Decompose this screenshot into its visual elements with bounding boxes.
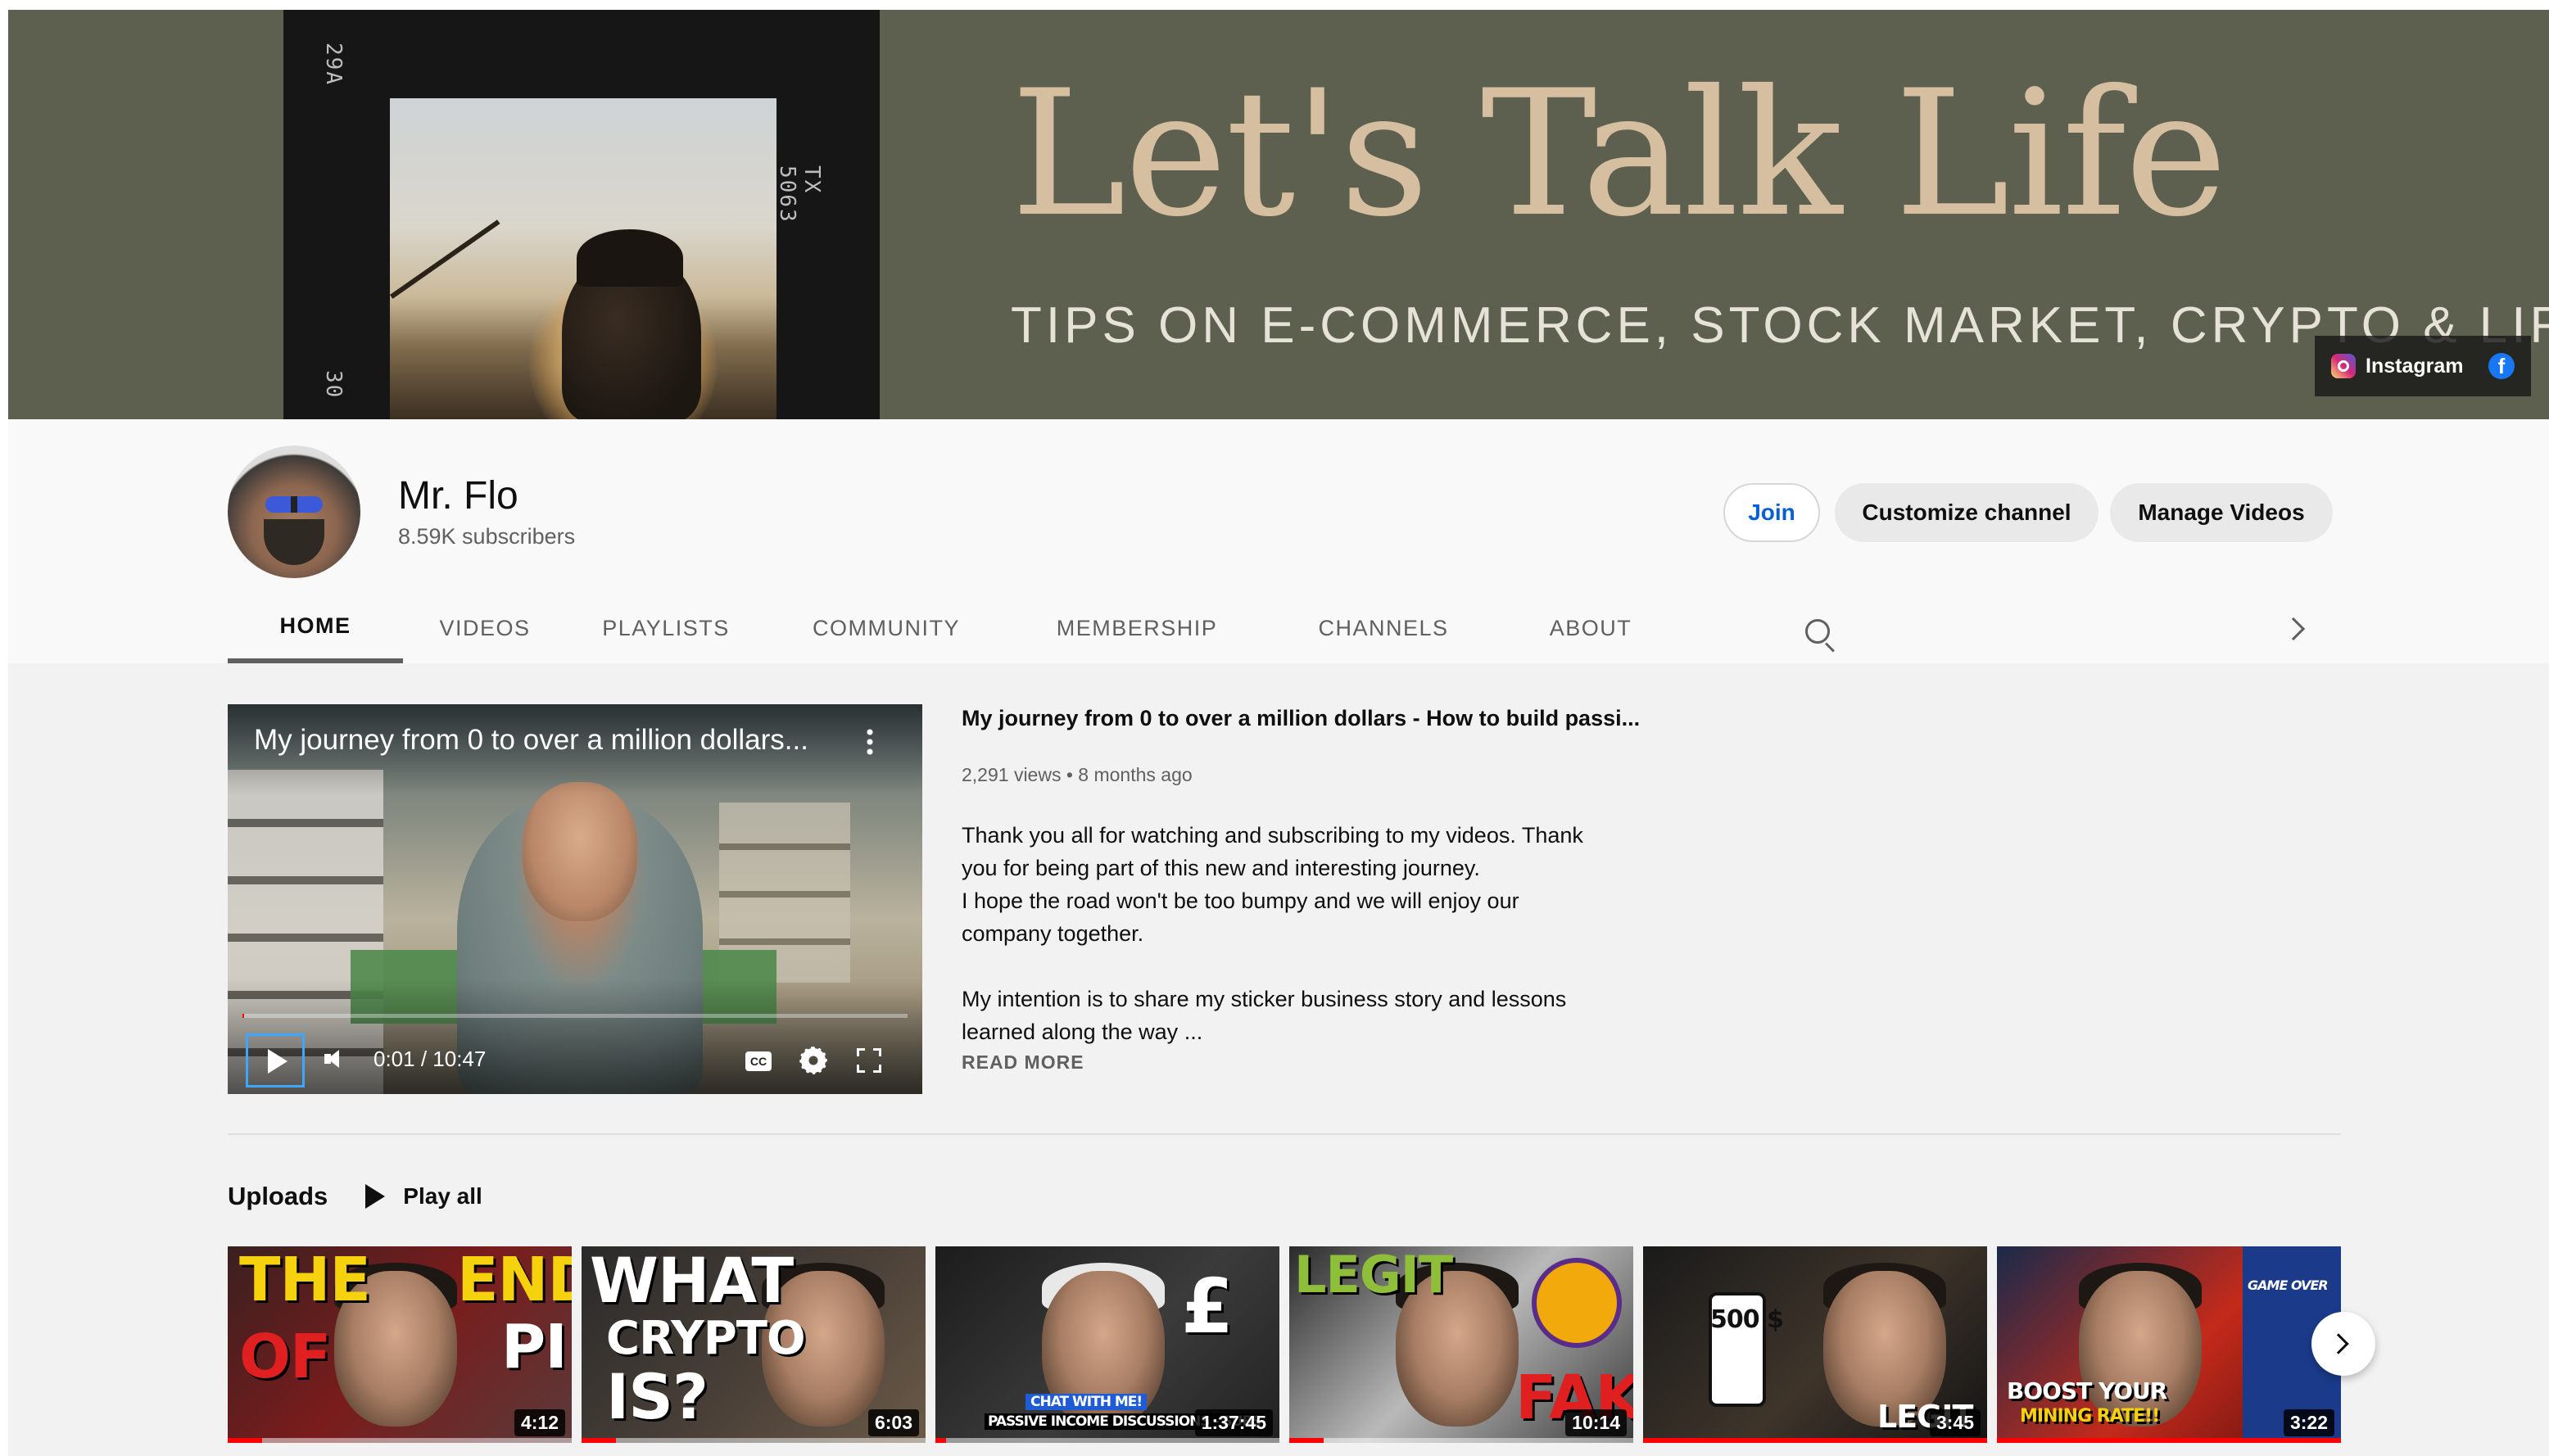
channel-banner: 29A 30 TX 5063 Let's Talk Life TIPS ON E…	[8, 10, 2549, 419]
play-all-button[interactable]: Play all	[365, 1183, 482, 1210]
video-duration: 6:03	[867, 1409, 919, 1436]
play-button[interactable]	[246, 1033, 305, 1087]
player-progress-bar[interactable]	[242, 1014, 908, 1018]
thumbnail-caption: CRYPTO	[606, 1312, 806, 1365]
customize-channel-button[interactable]: Customize channel	[1835, 483, 2099, 542]
banner-links: Instagram f	[2315, 336, 2531, 396]
thumbnail-caption: LEGIT	[1294, 1246, 1453, 1305]
watch-progress	[1997, 1438, 2341, 1443]
uploads-shelf: THE END OF PI 4:12 WHAT CRYPTO IS? 6:03 …	[228, 1246, 2341, 1443]
film-label: 30	[321, 370, 346, 400]
player-progress-fill	[242, 1014, 244, 1018]
video-duration: 1:37:45	[1194, 1409, 1273, 1436]
watch-progress	[1643, 1438, 1987, 1443]
volume-icon[interactable]	[324, 1048, 346, 1069]
watch-progress	[582, 1438, 926, 1443]
watch-progress	[935, 1438, 1279, 1443]
section-divider	[228, 1133, 2341, 1135]
featured-video-description: Thank you all for watching and subscribi…	[962, 823, 1583, 1044]
featured-video-meta: 2,291 views • 8 months ago	[962, 764, 1193, 785]
more-options-icon[interactable]	[867, 727, 873, 757]
instagram-icon[interactable]	[2331, 354, 2356, 378]
video-thumbnail[interactable]: THE END OF PI 4:12	[228, 1246, 572, 1443]
banner-filmstrip-image: 29A 30 TX 5063	[283, 10, 880, 419]
settings-gear-icon[interactable]	[799, 1047, 827, 1074]
tab-about[interactable]: ABOUT	[1501, 593, 1681, 663]
avatar[interactable]	[228, 445, 360, 578]
channel-name: Mr. Flo	[398, 474, 518, 518]
video-thumbnail[interactable]: LEGIT FAKE 10:14	[1289, 1246, 1633, 1443]
tab-community[interactable]: COMMUNITY	[765, 593, 1007, 663]
thumbnail-caption: THE	[239, 1246, 371, 1315]
film-label: 29A	[321, 43, 346, 86]
chevron-right-icon[interactable]	[2281, 617, 2306, 641]
tab-membership[interactable]: MEMBERSHIP	[1007, 593, 1266, 663]
home-content: My journey from 0 to over a million doll…	[8, 663, 2549, 1456]
thumbnail-caption: CHAT WITH ME!	[1025, 1394, 1148, 1411]
fullscreen-icon[interactable]	[857, 1048, 881, 1073]
featured-video-info: My journey from 0 to over a million doll…	[962, 706, 1641, 1074]
thumbnail-caption: WHAT	[590, 1246, 794, 1317]
thumbnail-caption: £	[1181, 1263, 1234, 1350]
uploads-header: Uploads Play all	[228, 1176, 482, 1217]
watch-progress	[1289, 1438, 1633, 1443]
manage-videos-button[interactable]: Manage Videos	[2110, 483, 2333, 542]
video-thumbnail[interactable]: 500 $ LEGIT 3:45	[1643, 1246, 1987, 1443]
play-all-label: Play all	[403, 1183, 482, 1209]
uploads-title[interactable]: Uploads	[228, 1182, 328, 1211]
video-thumbnail[interactable]: £ CHAT WITH ME! PASSIVE INCOME DISCUSSIO…	[935, 1246, 1279, 1443]
search-icon[interactable]	[1805, 619, 1830, 644]
tab-videos[interactable]: VIDEOS	[403, 593, 567, 663]
thumbnail-caption: 500 $	[1710, 1305, 1784, 1334]
banner-title: Let's Talk Life	[1011, 52, 2227, 255]
thumbnail-caption: OF	[239, 1322, 331, 1392]
film-label: TX 5063	[775, 165, 824, 224]
channel-tabs: HOME VIDEOS PLAYLISTS COMMUNITY MEMBERSH…	[228, 593, 2351, 663]
thumbnail-caption: MINING RATE!!	[2020, 1406, 2160, 1427]
banner-photo	[390, 98, 776, 419]
thumbnail-caption: BOOST YOUR	[2007, 1377, 2167, 1404]
captions-icon[interactable]: CC	[745, 1051, 772, 1071]
watch-progress	[228, 1438, 572, 1443]
video-duration: 4:12	[514, 1409, 565, 1436]
read-more-link[interactable]: READ MORE	[962, 1051, 1641, 1074]
tab-channels[interactable]: CHANNELS	[1266, 593, 1501, 663]
channel-header: Mr. Flo 8.59K subscribers Join Customize…	[8, 419, 2549, 663]
thumbnail-caption: END	[457, 1246, 572, 1315]
player-time: 0:01 / 10:47	[374, 1047, 487, 1071]
featured-video-player[interactable]: My journey from 0 to over a million doll…	[228, 704, 922, 1094]
thumbnail-caption: IS?	[606, 1360, 709, 1433]
tab-playlists[interactable]: PLAYLISTS	[567, 593, 765, 663]
video-duration: 3:45	[1929, 1409, 1981, 1436]
thumbnail-caption: PI	[501, 1312, 568, 1382]
player-title[interactable]: My journey from 0 to over a million doll…	[254, 724, 808, 757]
tab-home[interactable]: HOME	[228, 593, 403, 663]
featured-video-title[interactable]: My journey from 0 to over a million doll…	[962, 706, 1641, 731]
video-duration: 3:22	[2283, 1409, 2334, 1436]
play-icon	[365, 1184, 386, 1209]
next-arrow-button[interactable]	[2311, 1312, 2375, 1376]
video-thumbnail[interactable]: GAME OVER BOOST YOUR MINING RATE!! 3:22	[1997, 1246, 2341, 1443]
subscriber-count: 8.59K subscribers	[398, 524, 576, 549]
facebook-icon[interactable]: f	[2488, 353, 2515, 379]
instagram-link[interactable]: Instagram	[2366, 355, 2479, 378]
chevron-right-icon	[2328, 1333, 2349, 1354]
thumbnail-caption: GAME OVER	[2248, 1277, 2329, 1293]
video-duration: 10:14	[1565, 1409, 1627, 1436]
join-button[interactable]: Join	[1723, 483, 1820, 542]
video-thumbnail[interactable]: WHAT CRYPTO IS? 6:03	[582, 1246, 926, 1443]
